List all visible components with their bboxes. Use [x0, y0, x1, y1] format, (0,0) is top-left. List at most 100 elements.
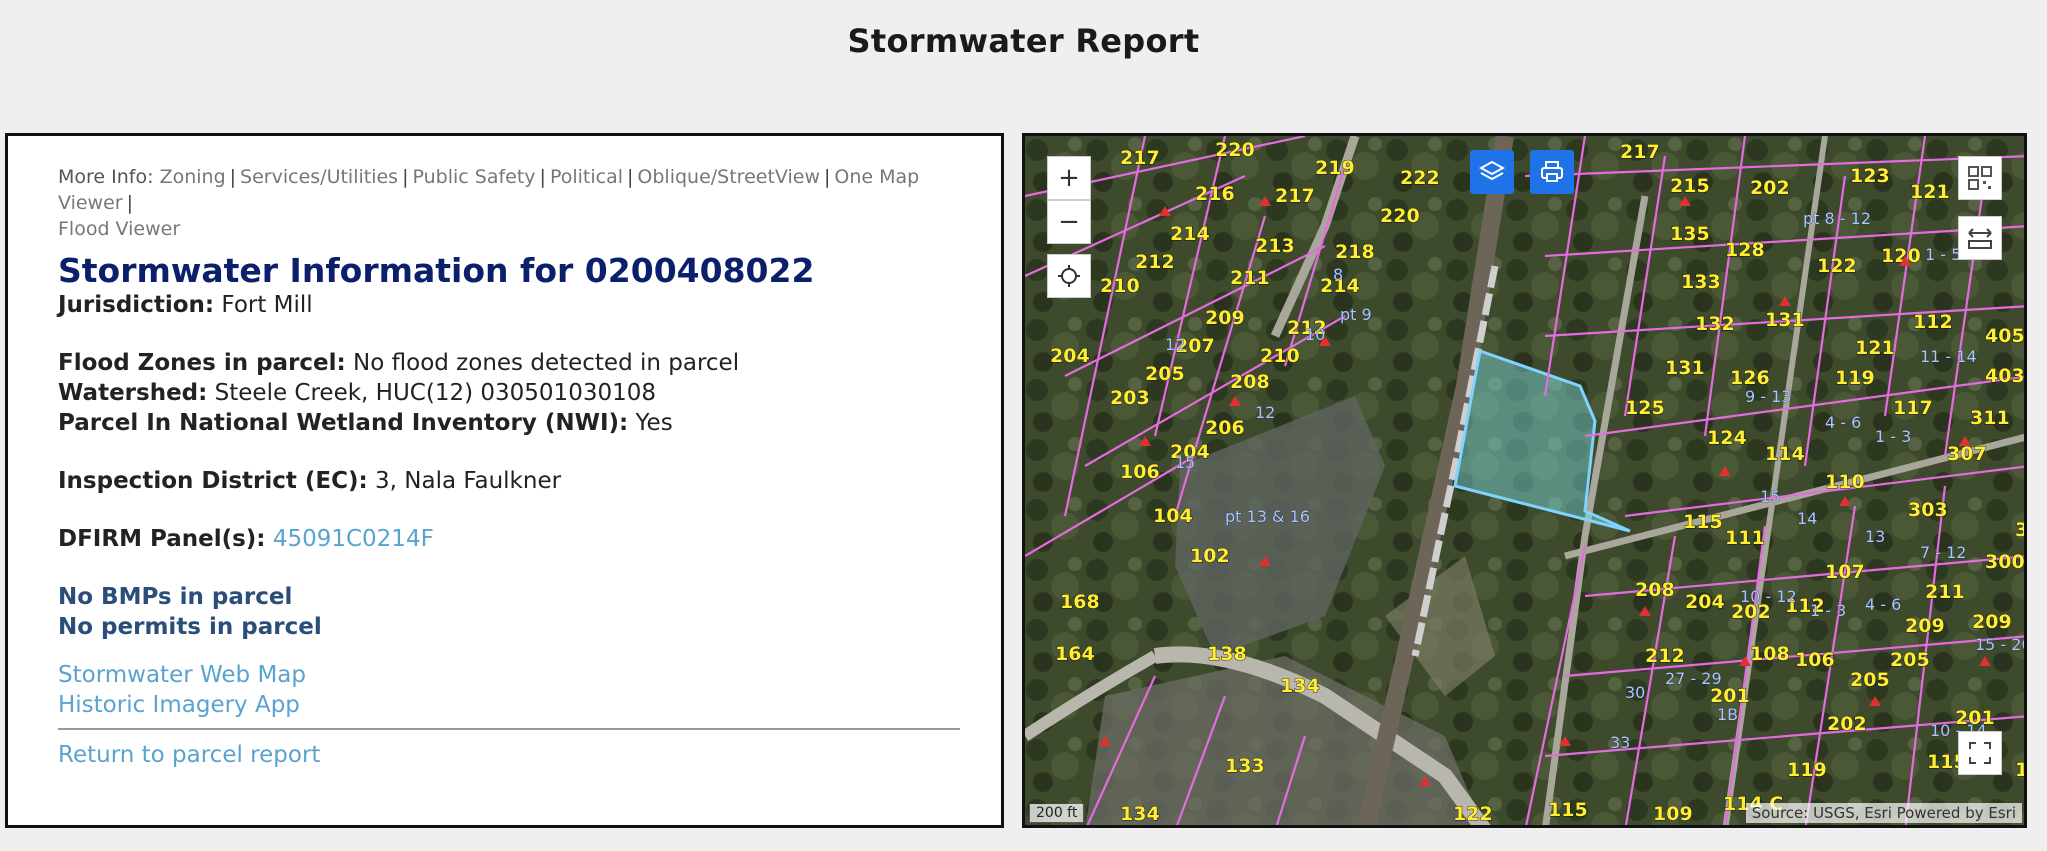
- dfirm-label: DFIRM Panel(s):: [58, 526, 266, 552]
- parcel-number-label: 104: [1153, 505, 1193, 527]
- parcel-number-label: 109: [1653, 803, 1693, 825]
- parcel-number-label: 115: [1683, 511, 1723, 533]
- unit-range-label: 15: [1760, 487, 1780, 506]
- parcel-number-label: 119: [1787, 759, 1827, 781]
- aerial-map[interactable]: 217 220219 222216 217220214213 218212211 2142…: [1025, 136, 2027, 828]
- inspection-district-row: Inspection District (EC): 3, Nala Faulkn…: [58, 466, 953, 496]
- flood-zones-row: Flood Zones in parcel: No flood zones de…: [58, 348, 953, 378]
- return-to-parcel-link[interactable]: Return to parcel report: [58, 742, 320, 768]
- link-oblique-streetview[interactable]: Oblique/StreetView: [637, 166, 820, 188]
- link-services-utilities[interactable]: Services/Utilities: [240, 166, 398, 188]
- parcel-number-label: 164: [1055, 643, 1095, 665]
- parcel-number-label: 133: [1225, 755, 1265, 777]
- watershed-row: Watershed: Steele Creek, HUC(12) 0305010…: [58, 378, 953, 408]
- parcel-number-label: 212: [1135, 251, 1175, 273]
- unit-range-label: 1B: [1717, 705, 1738, 724]
- parcel-number-label: 121: [1910, 181, 1950, 203]
- parcel-number-label: 132: [1695, 313, 1735, 335]
- parcel-number-label: 125: [1625, 397, 1665, 419]
- flood-zones-value: No flood zones detected in parcel: [353, 350, 740, 376]
- parcel-number-label: 208: [1230, 371, 1270, 393]
- parcel-number-label: 208: [1635, 579, 1675, 601]
- zoom-out-button[interactable]: −: [1047, 200, 1091, 244]
- parcel-number-label: 205: [1890, 649, 1930, 671]
- parcel-number-label: 115: [1548, 799, 1588, 821]
- stormwater-web-map-link[interactable]: Stormwater Web Map: [58, 660, 953, 690]
- unit-range-label: 14: [1797, 509, 1817, 528]
- parcel-number-label: 102: [1190, 545, 1230, 567]
- unit-range-label: 9 - 13: [1745, 387, 1791, 406]
- parcel-number-label: 122: [1453, 803, 1493, 825]
- flood-zones-label: Flood Zones in parcel:: [58, 350, 346, 376]
- parcel-number-label: 134: [1120, 803, 1160, 825]
- page-title: Stormwater Report: [847, 22, 1200, 60]
- unit-range-label: 7 - 12: [1920, 543, 1966, 562]
- jurisdiction-label: Jurisdiction:: [58, 292, 215, 318]
- qr-code-button[interactable]: [1958, 156, 2002, 200]
- parcel-number-label: 216: [1195, 183, 1235, 205]
- parcel-number-label: 131: [1665, 357, 1705, 379]
- layers-button[interactable]: [1470, 150, 1514, 194]
- parcel-number-label: 126: [1730, 367, 1770, 389]
- parcel-number-label: 215: [1670, 175, 1710, 197]
- qr-code-icon: [1968, 166, 1992, 190]
- parcel-number-label: 214: [1170, 223, 1210, 245]
- more-info-links: More Info: Zoning | Services/Utilities | Pub…: [58, 166, 920, 240]
- parcel-number-label: 220: [1215, 139, 1255, 161]
- unit-range-label: 8: [1333, 265, 1343, 284]
- historic-imagery-link[interactable]: Historic Imagery App: [58, 690, 953, 720]
- unit-range-label: 1 - 5: [1925, 245, 1961, 264]
- parcel-number-label: 135: [1670, 223, 1710, 245]
- link-political[interactable]: Political: [550, 166, 623, 188]
- parcel-number-label: 222: [1400, 167, 1440, 189]
- parcel-number-label: 209: [1205, 307, 1245, 329]
- parcel-number-label: 111: [1725, 527, 1765, 549]
- unit-range-label: pt 9: [1340, 305, 1372, 324]
- map-scale: 200 ft: [1029, 804, 1085, 823]
- jurisdiction-value: Fort Mill: [221, 292, 313, 318]
- unit-range-label: 4 - 6: [1825, 413, 1861, 432]
- parcel-number-label: 106: [1795, 649, 1835, 671]
- no-bmps-text: No BMPs in parcel: [58, 584, 293, 610]
- parcel-number-label: 311: [1970, 407, 2010, 429]
- map-attribution: Source: USGS, Esri Powered by Esri: [1745, 803, 2022, 823]
- parcel-number-label: 211: [1230, 267, 1270, 289]
- link-flood-viewer[interactable]: Flood Viewer: [58, 218, 180, 240]
- zoom-in-button[interactable]: +: [1047, 156, 1091, 200]
- locate-button[interactable]: [1047, 254, 1091, 298]
- unit-range-label: 4 - 6: [1865, 595, 1901, 614]
- parcel-number-label: 212: [1645, 645, 1685, 667]
- measure-button[interactable]: [1958, 216, 2002, 260]
- parcel-number-label: 108: [1750, 643, 1790, 665]
- link-public-safety[interactable]: Public Safety: [412, 166, 535, 188]
- parcel-number-label: 138: [1207, 643, 1247, 665]
- nwi-label: Parcel In National Wetland Inventory (NW…: [58, 410, 629, 436]
- print-button[interactable]: [1530, 150, 1574, 194]
- unit-range-label: 12: [1255, 403, 1275, 422]
- parcel-number-label: 218: [1335, 241, 1375, 263]
- parcel-number-label: 117: [1893, 397, 1933, 419]
- unit-range-label: 15: [1175, 453, 1195, 472]
- parcel-number-label: 304: [2015, 519, 2027, 541]
- parcel-number-label: 134: [1280, 675, 1320, 697]
- fullscreen-button[interactable]: [1958, 731, 2002, 775]
- parcel-number-label: 128: [1725, 239, 1765, 261]
- inspection-district-label: Inspection District (EC):: [58, 468, 368, 494]
- unit-range-label: 12: [1165, 335, 1185, 354]
- parcel-number-label: 106: [1120, 461, 1160, 483]
- watershed-label: Watershed:: [58, 380, 208, 406]
- parcel-number-label: 122: [1817, 255, 1857, 277]
- parcel-number-label: 217: [1275, 185, 1315, 207]
- parcel-number-label: 121: [1855, 337, 1895, 359]
- more-info-label: More Info:: [58, 166, 154, 188]
- parcel-number-label: 107: [1825, 561, 1865, 583]
- map-view[interactable]: 217 220 219 222 216 217 220 214 213 218 212 211 214 2…: [1022, 133, 2027, 828]
- parcel-number-label: 133: [1681, 271, 1721, 293]
- parcel-number-label: 204: [1685, 591, 1725, 613]
- inspection-district-value: 3, Nala Faulkner: [375, 468, 562, 494]
- crosshair-icon: [1058, 265, 1080, 287]
- link-zoning[interactable]: Zoning: [160, 166, 226, 188]
- nwi-value: Yes: [635, 410, 673, 436]
- unit-range-label: 33: [1610, 733, 1630, 752]
- dfirm-panel-link[interactable]: 45091C0214F: [273, 526, 434, 552]
